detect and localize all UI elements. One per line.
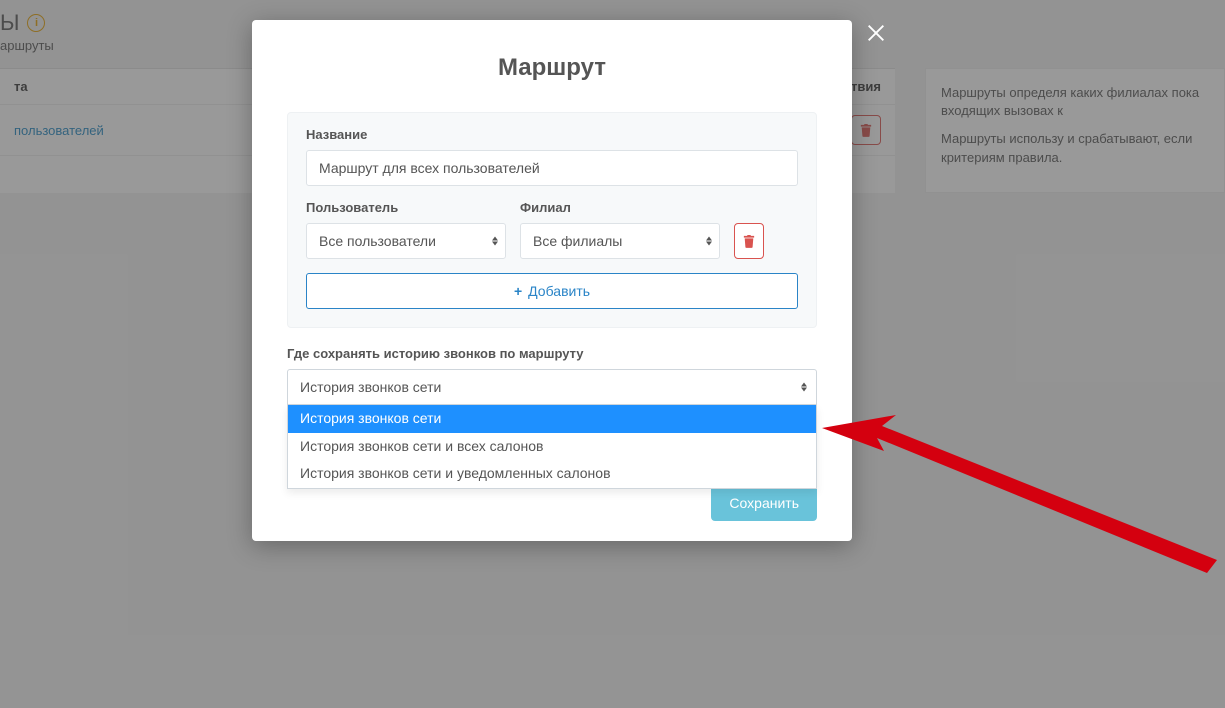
route-modal: Маршрут Название Пользователь Все пользо…	[252, 20, 852, 541]
user-select[interactable]: Все пользователи	[306, 223, 506, 259]
history-select-value: История звонков сети	[300, 379, 441, 395]
modal-title: Маршрут	[252, 20, 852, 112]
branch-select-value: Все филиалы	[533, 233, 622, 249]
history-dropdown: История звонков сети История звонков сет…	[287, 405, 817, 489]
chevron-sort-icon	[706, 237, 712, 246]
route-base-section: Название Пользователь Все пользователи Ф…	[287, 112, 817, 328]
branch-label: Филиал	[520, 200, 720, 215]
history-option[interactable]: История звонков сети	[288, 405, 816, 433]
chevron-sort-icon	[492, 237, 498, 246]
add-button-label: Добавить	[528, 283, 590, 299]
plus-icon: +	[514, 283, 522, 299]
user-select-value: Все пользователи	[319, 233, 436, 249]
name-input[interactable]	[306, 150, 798, 186]
history-select[interactable]: История звонков сети	[287, 369, 817, 405]
history-option[interactable]: История звонков сети и всех салонов	[288, 433, 816, 461]
remove-rule-button[interactable]	[734, 223, 764, 259]
history-option[interactable]: История звонков сети и уведомленных сало…	[288, 460, 816, 488]
user-label: Пользователь	[306, 200, 506, 215]
chevron-sort-icon	[801, 383, 807, 392]
save-button[interactable]: Сохранить	[711, 485, 817, 521]
close-button[interactable]	[865, 22, 887, 49]
history-label: Где сохранять историю звонков по маршрут…	[287, 346, 817, 361]
name-label: Название	[306, 127, 798, 142]
close-icon	[865, 22, 887, 44]
trash-icon	[743, 234, 755, 248]
add-rule-button[interactable]: + Добавить	[306, 273, 798, 309]
branch-select[interactable]: Все филиалы	[520, 223, 720, 259]
